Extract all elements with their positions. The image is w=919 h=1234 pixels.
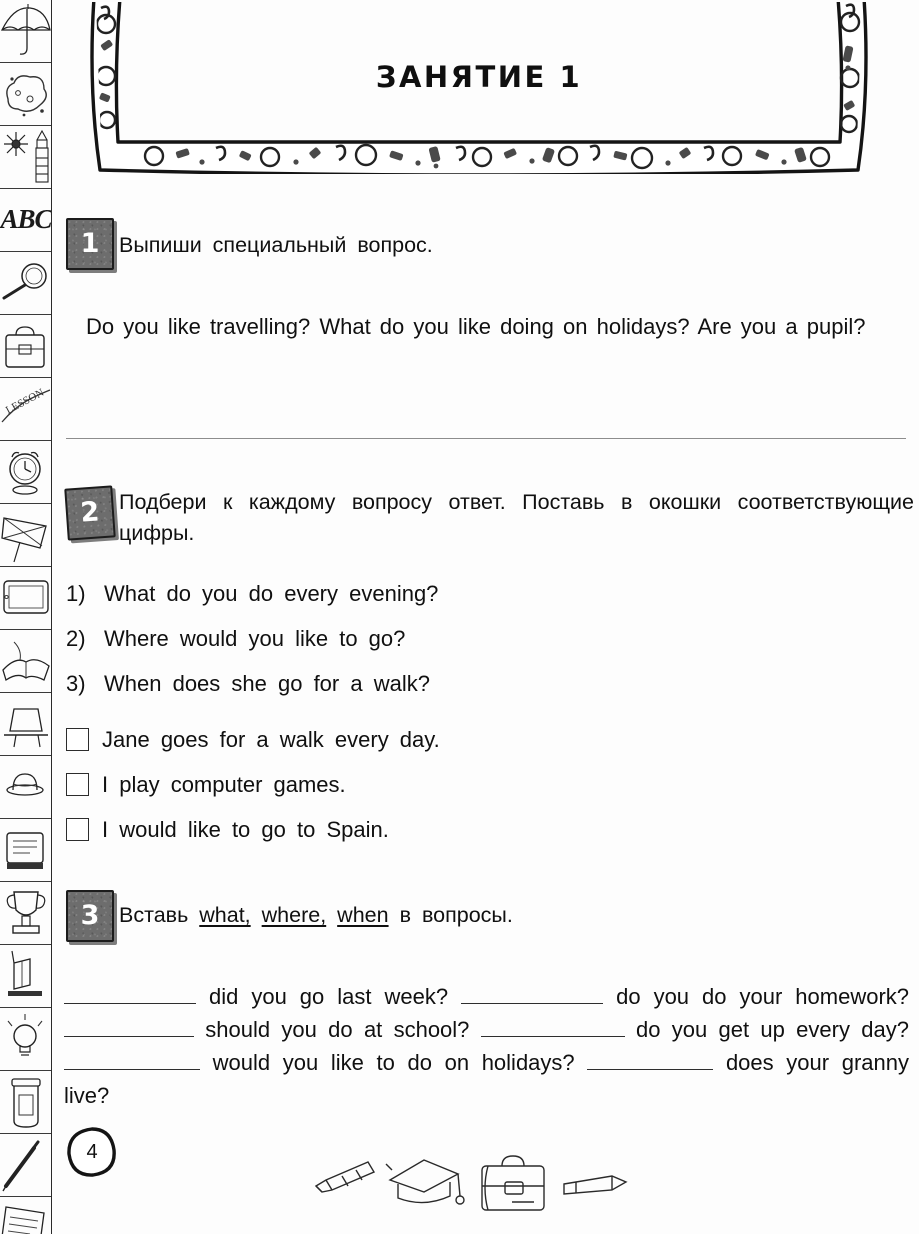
notebook-icon (6, 832, 44, 869)
question-row: 3) When does she go for a walk? (66, 661, 766, 706)
answer-checkbox[interactable] (66, 818, 89, 841)
sidebar-item-magnifier (0, 252, 51, 315)
sentence-fragment: did you go last week? (209, 984, 449, 1009)
sidebar-item-abc: ABC (0, 189, 51, 252)
sidebar-item-splash (0, 63, 51, 126)
page-title: ЗАНЯТИЕ 1 (375, 60, 583, 94)
pen-icon (314, 1161, 376, 1193)
exercise-2-instruction: Подбери к каждому вопросу ответ. Поставь… (119, 490, 914, 545)
footer-illustration (312, 1150, 632, 1212)
fireworks-bigben-icon (4, 129, 49, 183)
desk-icon (4, 708, 48, 748)
pencil-icon (563, 1175, 628, 1195)
blank-line[interactable] (480, 1019, 625, 1037)
sidebar-item-notebook (0, 819, 51, 882)
exercise-1-text: Do you like travelling? What do you like… (86, 314, 866, 339)
splash-icon (6, 75, 47, 117)
jar-icon (11, 1078, 41, 1128)
exercise-2-question-list: 1) What do you do every evening? 2) Where … (66, 571, 766, 706)
svg-text:LESSON: LESSON (4, 387, 46, 417)
hat-icon (6, 773, 44, 796)
keyword-what: what, (199, 903, 251, 927)
page-content: ЗАНЯТИЕ 1 1 Выпиши специальный вопрос. D… (52, 0, 919, 1234)
flag-book-icon (8, 950, 42, 996)
exercise-3-fill-in-paragraph: did you go last week? do you do your hom… (64, 980, 909, 1112)
open-book-icon (2, 641, 50, 682)
question-row: 2) Where would you like to go? (66, 616, 766, 661)
sidebar-item-lightbulb (0, 1008, 51, 1071)
answer-checkbox[interactable] (66, 773, 89, 796)
question-text: Where would you like to go? (104, 626, 406, 651)
section-divider (66, 438, 906, 439)
sidebar-item-jar (0, 1071, 51, 1134)
blank-line[interactable] (64, 1052, 200, 1070)
sentence-fragment: should you do at school? (205, 1017, 470, 1042)
ribbon-icon: LESSON (1, 387, 51, 423)
exercise-number-badge-3: 3 (66, 890, 114, 942)
magnifier-icon (2, 263, 47, 300)
question-text: What do you do every evening? (104, 581, 439, 606)
answer-row: I would like to go to Spain. (66, 807, 766, 852)
question-number: 3) (66, 671, 86, 696)
blank-line[interactable] (587, 1052, 714, 1070)
sidebar-item-umbrella (0, 0, 51, 63)
answer-checkbox[interactable] (66, 728, 89, 751)
sidebar-item-desk (0, 693, 51, 756)
blank-line[interactable] (461, 986, 604, 1004)
umbrella-icon (0, 4, 51, 55)
alarm-clock-icon (9, 451, 41, 495)
blank-line[interactable] (64, 986, 196, 1004)
instruction-suffix: в вопросы. (399, 903, 513, 927)
exercise-1-instruction: Выпиши специальный вопрос. (119, 233, 433, 257)
title-frame: ЗАНЯТИЕ 1 (84, 2, 874, 174)
sentence-fragment: do you get up every day? (636, 1017, 909, 1042)
sidebar-item-flag-book (0, 945, 51, 1008)
schoolbag-icon (481, 1155, 545, 1211)
answer-row: I play computer games. (66, 762, 766, 807)
sidebar-item-tablet (0, 567, 51, 630)
sidebar-item-flag (0, 504, 51, 567)
answer-row: Jane goes for a walk every day. (66, 717, 766, 762)
question-number: 2) (66, 626, 86, 651)
answer-text: I play computer games. (102, 771, 346, 797)
exercise-2-answer-list: Jane goes for a walk every day. I play c… (66, 717, 766, 852)
schoolbag-icon (5, 326, 45, 368)
question-row: 1) What do you do every evening? (66, 571, 766, 616)
sentence-fragment: do you do your homework? (616, 984, 910, 1009)
question-number: 1) (66, 581, 86, 606)
keyword-where: where, (261, 903, 327, 927)
question-text: When does she go for a walk? (104, 671, 430, 696)
graduation-cap-icon (385, 1159, 465, 1205)
blank-line[interactable] (64, 1019, 194, 1037)
sidebar-item-ribbon: LESSON (0, 378, 51, 441)
exercise-number-badge-2: 2 (64, 485, 116, 541)
sidebar-item-pen (0, 1134, 51, 1197)
answer-text: I would like to go to Spain. (102, 816, 389, 842)
instruction-prefix: Вставь (119, 903, 189, 927)
sidebar-item-alarm-clock (0, 441, 51, 504)
page-number-value: 4 (86, 1141, 98, 1163)
sidebar-item-open-book (0, 630, 51, 693)
trophy-icon (6, 891, 46, 934)
exercise-3-instruction: Вставь what, where, when в вопросы. (119, 900, 513, 931)
keyword-when: when (337, 903, 389, 927)
sidebar-item-trophy (0, 882, 51, 945)
lightbulb-icon (7, 1014, 43, 1056)
pen-icon (2, 1140, 40, 1192)
illustration-sidebar: ABC LESSON (0, 0, 52, 1234)
sidebar-item-paper (0, 1197, 51, 1234)
page-number: 4 (66, 1126, 118, 1178)
sidebar-item-fireworks-bigben (0, 126, 51, 189)
sidebar-item-schoolbag (0, 315, 51, 378)
flag-icon (1, 517, 47, 563)
tablet-icon (3, 580, 49, 614)
sentence-fragment: would you like to do on holidays? (212, 1050, 575, 1075)
answer-text: Jane goes for a walk every day. (102, 726, 440, 752)
exercise-number-badge-1: 1 (66, 218, 114, 270)
worksheet-page: ABC LESSON ЗАНЯТИЕ 1 1 Выпиши специальны… (0, 0, 919, 1234)
sidebar-item-hat (0, 756, 51, 819)
paper-icon (1, 1206, 45, 1234)
